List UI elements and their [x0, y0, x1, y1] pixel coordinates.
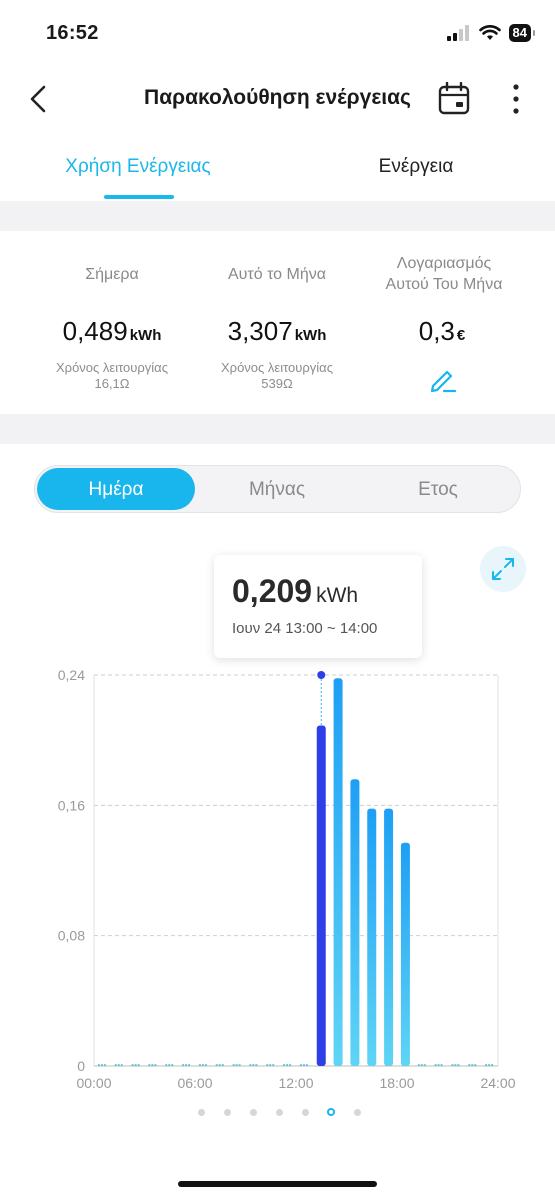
- x-tick-label: 12:00: [278, 1075, 313, 1091]
- month-value: 3,307 kWh: [187, 316, 367, 347]
- tab-energy[interactable]: Ενέργεια: [296, 156, 536, 178]
- pencil-icon[interactable]: [428, 364, 458, 394]
- bill-label-line1: Λογαριασμός: [396, 255, 492, 272]
- wifi-icon: [478, 25, 501, 40]
- today-value-unit: kWh: [129, 327, 162, 344]
- bill-value: 0,3 €: [352, 316, 532, 347]
- tooltip-time: Ιουν 24 13:00 ~ 14:00: [232, 620, 378, 637]
- today-label: Σήμερα: [85, 266, 139, 283]
- page-title: Παρακολούθηση ενέργειας: [144, 86, 411, 109]
- section-divider: [0, 201, 555, 231]
- calendar-icon[interactable]: [438, 82, 470, 116]
- bill-label: Λογαριασμός Αυτού Του Μήνα: [364, 253, 524, 295]
- y-tick-label: 0,08: [58, 928, 85, 944]
- status-icons: 84: [446, 24, 536, 42]
- y-tick-label: 0,16: [58, 797, 85, 813]
- month-value-unit: kWh: [294, 327, 327, 344]
- tooltip-value: 0,209 kWh: [232, 573, 358, 610]
- expand-icon: [492, 558, 514, 580]
- tooltip-value-number: 0,209: [232, 573, 313, 609]
- chart-bar-selected: [316, 725, 326, 1066]
- chart-bar: [367, 808, 377, 1066]
- pager-dot[interactable]: [301, 1108, 309, 1116]
- month-value-number: 3,307: [227, 316, 293, 346]
- today-runtime-value: 16,1Ω: [94, 376, 130, 391]
- chart-bar: [350, 779, 360, 1066]
- pager-dot[interactable]: [249, 1108, 257, 1116]
- month-runtime-value: 539Ω: [261, 376, 293, 391]
- battery-indicator: 84: [508, 24, 536, 42]
- y-tick-label: 0: [77, 1058, 85, 1074]
- status-time: 16:52: [46, 22, 99, 44]
- month-label: Αυτό το Μήνα: [228, 266, 326, 283]
- x-tick-label: 06:00: [177, 1075, 212, 1091]
- tab-energy-usage[interactable]: Χρήση Ενέργειας: [18, 156, 258, 178]
- month-runtime: Χρόνος λειτουργίας 539Ω: [192, 360, 362, 392]
- tooltip-value-unit: kWh: [316, 584, 359, 607]
- chart-bar: [384, 808, 394, 1066]
- home-indicator: [178, 1181, 377, 1187]
- tab-indicator: [104, 195, 174, 199]
- energy-bar-chart[interactable]: 0 0,08 0,16 0,24 00:00 06:00 12:00 18:00 24:00: [0, 640, 555, 1100]
- selection-marker: [317, 671, 326, 679]
- pager-dot[interactable]: [275, 1108, 283, 1116]
- chart-bar: [333, 678, 343, 1066]
- chart-pager: [0, 1104, 555, 1124]
- x-tick-label: 18:00: [379, 1075, 414, 1091]
- pager-dot-active[interactable]: [327, 1108, 335, 1116]
- pager-dot[interactable]: [197, 1108, 205, 1116]
- bill-value-number: 0,3: [418, 316, 455, 346]
- chart-bar: [400, 842, 410, 1066]
- month-runtime-label: Χρόνος λειτουργίας: [221, 360, 333, 375]
- pager-dot[interactable]: [223, 1108, 231, 1116]
- x-tick-label: 24:00: [480, 1075, 515, 1091]
- pager-dot[interactable]: [353, 1108, 361, 1116]
- today-value-number: 0,489: [62, 316, 128, 346]
- y-tick-label: 0,24: [58, 667, 85, 683]
- today-runtime: Χρόνος λειτουργίας 16,1Ω: [27, 360, 197, 392]
- today-runtime-label: Χρόνος λειτουργίας: [56, 360, 168, 375]
- more-vertical-icon[interactable]: [508, 82, 524, 116]
- section-divider-2: [0, 414, 555, 444]
- expand-button[interactable]: [480, 546, 526, 592]
- bill-label-line2: Αυτού Του Μήνα: [385, 276, 503, 293]
- today-value: 0,489 kWh: [22, 316, 202, 347]
- segment-month[interactable]: Μήνας: [198, 479, 356, 501]
- x-tick-label: 00:00: [76, 1075, 111, 1091]
- signal-icon: [446, 25, 469, 41]
- segment-day[interactable]: Ημέρα: [37, 479, 195, 501]
- segment-year[interactable]: Ετος: [359, 479, 517, 501]
- bill-value-unit: €: [456, 327, 466, 344]
